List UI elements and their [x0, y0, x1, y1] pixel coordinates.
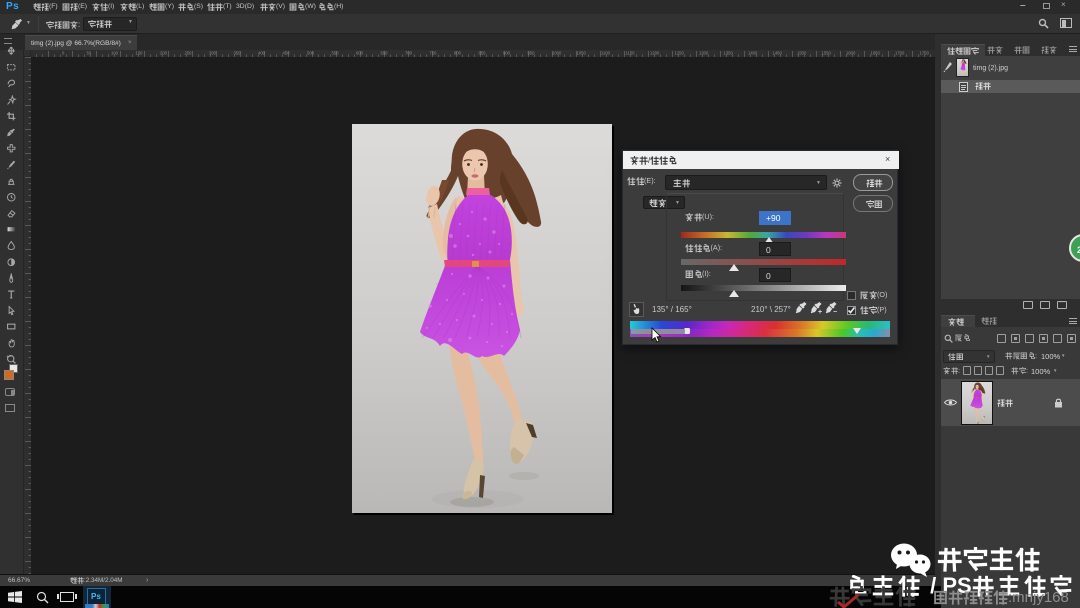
svg-text:450: 450	[283, 51, 291, 56]
svg-text:1400: 1400	[748, 51, 758, 56]
svg-text:1100: 1100	[601, 51, 611, 56]
svg-text:1500: 1500	[797, 51, 807, 56]
svg-text:1350: 1350	[724, 51, 734, 56]
svg-text:1650: 1650	[871, 51, 881, 56]
svg-text:−: −	[833, 309, 837, 315]
svg-text:100: 100	[111, 51, 119, 56]
svg-text:1150: 1150	[626, 51, 636, 56]
svg-text:1750: 1750	[920, 51, 930, 56]
svg-text:850: 850	[479, 51, 487, 56]
svg-text:1450: 1450	[773, 51, 783, 56]
svg-text:750: 750	[430, 51, 438, 56]
svg-text:1050: 1050	[577, 51, 587, 56]
svg-text:550: 550	[332, 51, 340, 56]
svg-text:950: 950	[528, 51, 536, 56]
svg-text:1200: 1200	[650, 51, 660, 56]
svg-text:1000: 1000	[552, 51, 562, 56]
svg-text:50: 50	[87, 51, 92, 56]
svg-text:1700: 1700	[895, 51, 905, 56]
svg-text:1550: 1550	[822, 51, 832, 56]
svg-text:150: 150	[136, 51, 144, 56]
svg-text:350: 350	[234, 51, 242, 56]
svg-text:0: 0	[62, 51, 65, 56]
svg-text:1600: 1600	[846, 51, 856, 56]
svg-text:400: 400	[258, 51, 266, 56]
svg-text:1300: 1300	[699, 51, 709, 56]
svg-text:250: 250	[185, 51, 193, 56]
svg-text:600: 600	[356, 51, 364, 56]
svg-text:800: 800	[454, 51, 462, 56]
svg-text:1250: 1250	[675, 51, 685, 56]
svg-text:300: 300	[209, 51, 217, 56]
svg-text:900: 900	[503, 51, 511, 56]
svg-text:200: 200	[160, 51, 168, 56]
svg-text:700: 700	[405, 51, 413, 56]
svg-text:650: 650	[381, 51, 389, 56]
svg-text:+: +	[818, 309, 822, 315]
svg-text:500: 500	[307, 51, 315, 56]
